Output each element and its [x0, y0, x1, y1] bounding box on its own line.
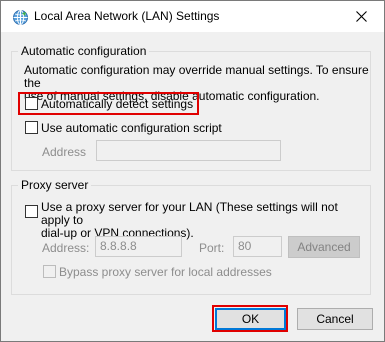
- proxy-server-group-label: Proxy server: [18, 178, 92, 192]
- title-bar: Local Area Network (LAN) Settings: [1, 1, 384, 32]
- bypass-local-checkbox[interactable]: [43, 265, 56, 278]
- proxy-address-input[interactable]: 8.8.8.8: [95, 236, 182, 257]
- bypass-local-label[interactable]: Bypass proxy server for local addresses: [59, 265, 272, 279]
- use-script-label[interactable]: Use automatic configuration script: [41, 121, 222, 135]
- cancel-button[interactable]: Cancel: [297, 308, 373, 330]
- lan-settings-dialog: Local Area Network (LAN) Settings Automa…: [0, 0, 385, 342]
- description-line-1: Automatic configuration may override man…: [24, 63, 369, 90]
- close-icon: [356, 11, 367, 22]
- close-button[interactable]: [339, 1, 384, 32]
- use-proxy-line-1: Use a proxy server for your LAN (These s…: [41, 200, 338, 227]
- detect-settings-highlight: [18, 92, 199, 115]
- use-proxy-label[interactable]: Use a proxy server for your LAN (These s…: [41, 201, 366, 240]
- script-address-input[interactable]: [96, 140, 281, 161]
- advanced-button[interactable]: Advanced: [288, 236, 360, 258]
- script-address-label: Address: [42, 145, 87, 159]
- use-proxy-checkbox[interactable]: [25, 205, 38, 218]
- proxy-port-label: Port:: [199, 241, 225, 255]
- auto-config-group-label: Automatic configuration: [18, 44, 150, 58]
- window-title: Local Area Network (LAN) Settings: [34, 9, 220, 23]
- proxy-address-label: Address:: [42, 241, 90, 255]
- ok-button-highlight: [212, 305, 288, 332]
- proxy-port-input[interactable]: 80: [233, 236, 282, 257]
- use-script-checkbox[interactable]: [25, 121, 38, 134]
- network-globe-icon: [12, 9, 29, 26]
- dialog-body: Automatic configuration Automatic config…: [1, 32, 384, 341]
